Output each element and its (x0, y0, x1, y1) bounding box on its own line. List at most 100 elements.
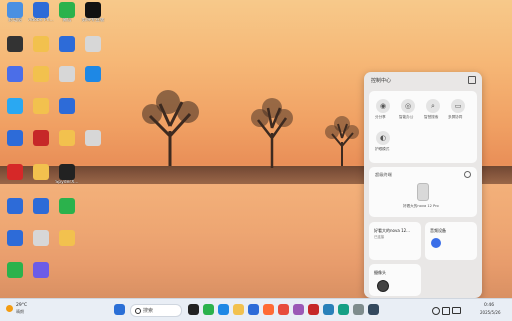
weather-widget[interactable]: 29°C 晴朗 (6, 302, 36, 316)
weather-icon (6, 305, 13, 312)
taskbar-app[interactable] (248, 304, 259, 315)
weather-condition: 晴朗 (16, 309, 24, 314)
device-card[interactable]: 好看大的nova 12... 已连接 (369, 222, 421, 260)
desktop-icon-glyph (7, 2, 23, 18)
taskbar-app[interactable] (308, 304, 319, 315)
audio-card[interactable]: 音频设备 (425, 222, 477, 260)
desktop-icon[interactable] (28, 130, 54, 160)
desktop-icon[interactable] (54, 230, 80, 260)
clock-time[interactable]: 0:46 (484, 303, 494, 308)
search-icon[interactable]: ⌕ (426, 99, 440, 113)
desktop-icon[interactable] (2, 98, 28, 128)
desktop-icon[interactable] (80, 130, 106, 160)
search-box[interactable]: 搜索 (130, 304, 182, 317)
tree-silhouette (325, 116, 359, 166)
desktop-icon-glyph (59, 164, 75, 180)
desktop-icon-glyph (7, 262, 23, 278)
desktop-icon[interactable] (2, 36, 28, 66)
camera-icon (377, 280, 389, 292)
taskbar-app[interactable] (218, 304, 229, 315)
clock-date[interactable]: 2025/5/26 (480, 310, 501, 315)
desktop-icon-glyph (85, 2, 101, 18)
desktop-icon[interactable] (2, 230, 28, 260)
taskbar-app[interactable] (188, 304, 199, 315)
desktop-icon[interactable]: Adobe Ph... (28, 2, 54, 32)
taskbar-app[interactable] (368, 304, 379, 315)
desktop-icon[interactable] (28, 36, 54, 66)
settings-icon[interactable] (464, 171, 471, 178)
start-button[interactable] (114, 304, 125, 315)
desktop-icon[interactable] (2, 66, 28, 96)
desktop-icon[interactable] (28, 198, 54, 228)
desktop-icon[interactable] (80, 66, 106, 96)
desktop-icon[interactable] (28, 164, 54, 194)
desktop-icon-glyph (33, 98, 49, 114)
toggle-label-search: 智慧搜索 (424, 115, 439, 119)
camera-card[interactable]: 摄像头 (369, 264, 421, 296)
desktop-icon[interactable] (54, 198, 80, 228)
super-device-card[interactable]: 超级终端 好看大的nova 12 Pro (369, 167, 477, 217)
desktop-icon[interactable] (28, 262, 54, 292)
desktop-icon[interactable] (2, 164, 28, 194)
taskbar-app[interactable] (323, 304, 334, 315)
desktop-icon[interactable]: 微信 (54, 2, 80, 32)
tree-silhouette (251, 98, 293, 168)
audio-device-icon (431, 238, 441, 248)
desktop-icon-glyph (33, 230, 49, 246)
desktop-icon-label: SpyderX... (55, 180, 79, 185)
desktop-icon[interactable] (28, 66, 54, 96)
system-tray[interactable] (430, 305, 470, 315)
desktop-icon-glyph (7, 198, 23, 214)
taskbar-app[interactable] (353, 304, 364, 315)
desktop-icon[interactable] (54, 130, 80, 160)
desktop-icon[interactable]: 此电脑 (2, 2, 28, 32)
desktop-icon-label: 剪映专业版 (81, 18, 105, 23)
toggle-label-collab: 多屏协同 (448, 115, 463, 119)
toggle-label-eye: 护眼模式 (375, 147, 390, 151)
phone-icon (417, 183, 429, 201)
desktop-icon-glyph (33, 36, 49, 52)
desktop-icon[interactable]: SpyderX... (54, 164, 80, 194)
weather-temperature: 29°C (16, 303, 28, 308)
desktop-icon[interactable] (54, 36, 80, 66)
desktop-icon[interactable] (80, 36, 106, 66)
desktop-icon-glyph (33, 198, 49, 214)
wifi-icon (432, 307, 440, 315)
desktop-icon[interactable] (2, 262, 28, 292)
device-card-subtitle: 已连接 (374, 235, 385, 239)
desktop-icon[interactable] (28, 230, 54, 260)
desktop-icon[interactable] (54, 66, 80, 96)
expand-icon[interactable] (468, 76, 476, 84)
target-icon[interactable]: ◎ (401, 99, 415, 113)
desktop-icon-glyph (33, 164, 49, 180)
desktop-icon-glyph (59, 130, 75, 146)
camera-card-title: 摄像头 (374, 270, 386, 275)
search-placeholder: 搜索 (143, 308, 154, 314)
desktop-icon-glyph (7, 130, 23, 146)
taskbar-app[interactable] (338, 304, 349, 315)
audio-card-title: 音频设备 (430, 228, 446, 233)
desktop-icon[interactable] (2, 198, 28, 228)
desktop-icon[interactable]: 剪映专业版 (80, 2, 106, 32)
taskbar-app[interactable] (263, 304, 274, 315)
desktop-icon[interactable] (28, 98, 54, 128)
eye-icon[interactable]: ◐ (376, 131, 390, 145)
taskbar-app[interactable] (278, 304, 289, 315)
taskbar-app[interactable] (203, 304, 214, 315)
share-icon[interactable]: ◉ (376, 99, 390, 113)
taskbar-app[interactable] (293, 304, 304, 315)
taskbar-app[interactable] (233, 304, 244, 315)
desktop-icon-glyph (85, 36, 101, 52)
desktop-icon-glyph (85, 130, 101, 146)
desktop-icon-glyph (59, 230, 75, 246)
device-name: 好看大的nova 12 Pro (403, 204, 439, 208)
desktop-icon-glyph (59, 98, 75, 114)
desktop-icon[interactable] (54, 98, 80, 128)
taskbar: 29°C 晴朗 搜索 0:46 2025/5/26 (0, 298, 512, 321)
quick-toggles-card: ◉ 分分享 ◎ 智能办公 ⌕ 智慧搜索 ▭ 多屏协同 ◐ 护眼模式 (369, 91, 477, 163)
desktop-icon-glyph (33, 130, 49, 146)
desktop-icon[interactable] (2, 130, 28, 160)
screens-icon[interactable]: ▭ (451, 99, 465, 113)
desktop-icon-glyph (7, 36, 23, 52)
toggle-label-office: 智能办公 (399, 115, 414, 119)
